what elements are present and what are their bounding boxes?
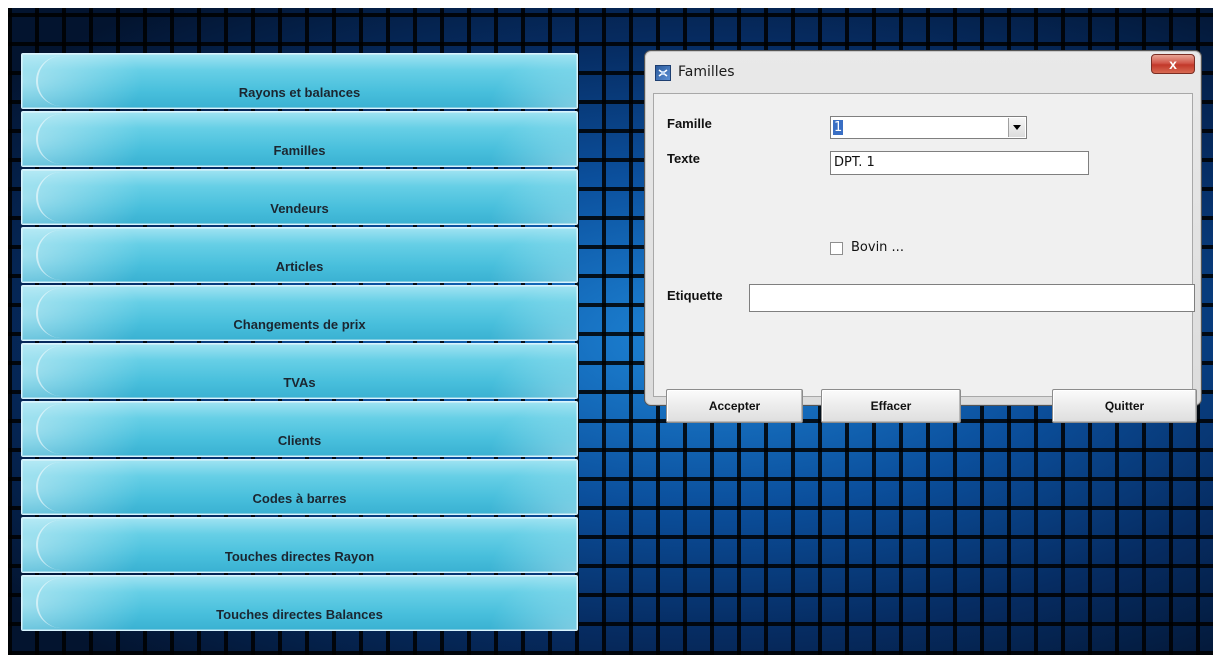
- famille-label: Famille: [667, 116, 712, 131]
- main-menu: Rayons et balances Familles Vendeurs Art…: [21, 53, 578, 633]
- menu-button-label: Clients: [277, 433, 322, 448]
- famille-select[interactable]: 1: [830, 116, 1027, 139]
- famille-selected-value: 1: [833, 120, 844, 135]
- etiquette-input[interactable]: [749, 284, 1195, 312]
- menu-button-label: Touches directes Rayon: [224, 549, 375, 564]
- menu-button-label: Vendeurs: [270, 201, 329, 216]
- menu-button-label: Articles: [275, 259, 324, 274]
- menu-button-codes-a-barres[interactable]: Codes à barres: [21, 459, 578, 515]
- menu-button-vendeurs[interactable]: Vendeurs: [21, 169, 578, 225]
- chevron-down-icon[interactable]: [1008, 118, 1025, 137]
- familles-dialog: Familles x Famille 1 Texte DPT. 1 Bovin …: [644, 50, 1202, 423]
- dialog-content: Famille 1 Texte DPT. 1 Bovin ... Etiquet…: [653, 93, 1197, 423]
- close-button[interactable]: x: [1151, 54, 1195, 74]
- menu-button-label: Touches directes Balances: [216, 607, 383, 622]
- menu-button-label: Rayons et balances: [238, 85, 361, 100]
- menu-button-rayons-et-balances[interactable]: Rayons et balances: [21, 53, 578, 109]
- menu-button-changements-de-prix[interactable]: Changements de prix: [21, 285, 578, 341]
- menu-button-articles[interactable]: Articles: [21, 227, 578, 283]
- quitter-button[interactable]: Quitter: [1052, 389, 1197, 423]
- bovin-checkbox[interactable]: [830, 242, 843, 255]
- accepter-button[interactable]: Accepter: [666, 389, 803, 423]
- menu-button-tvas[interactable]: TVAs: [21, 343, 578, 399]
- menu-button-label: Codes à barres: [252, 491, 347, 506]
- texte-input[interactable]: DPT. 1: [830, 151, 1089, 175]
- menu-button-familles[interactable]: Familles: [21, 111, 578, 167]
- menu-button-touches-directes-rayon[interactable]: Touches directes Rayon: [21, 517, 578, 573]
- effacer-button[interactable]: Effacer: [821, 389, 961, 423]
- etiquette-label: Etiquette: [667, 288, 723, 303]
- texte-label: Texte: [667, 151, 700, 166]
- dialog-title: Familles: [678, 64, 735, 80]
- menu-button-label: Changements de prix: [233, 317, 366, 332]
- menu-button-touches-directes-balances[interactable]: Touches directes Balances: [21, 575, 578, 631]
- bovin-label: Bovin ...: [851, 240, 904, 255]
- app-icon: [655, 65, 671, 81]
- menu-button-clients[interactable]: Clients: [21, 401, 578, 457]
- dialog-titlebar[interactable]: Familles x: [645, 51, 1201, 93]
- close-icon: x: [1169, 56, 1177, 72]
- menu-button-label: Familles: [273, 143, 326, 158]
- menu-button-label: TVAs: [283, 375, 316, 390]
- desktop-background: Rayons et balances Familles Vendeurs Art…: [8, 8, 1213, 655]
